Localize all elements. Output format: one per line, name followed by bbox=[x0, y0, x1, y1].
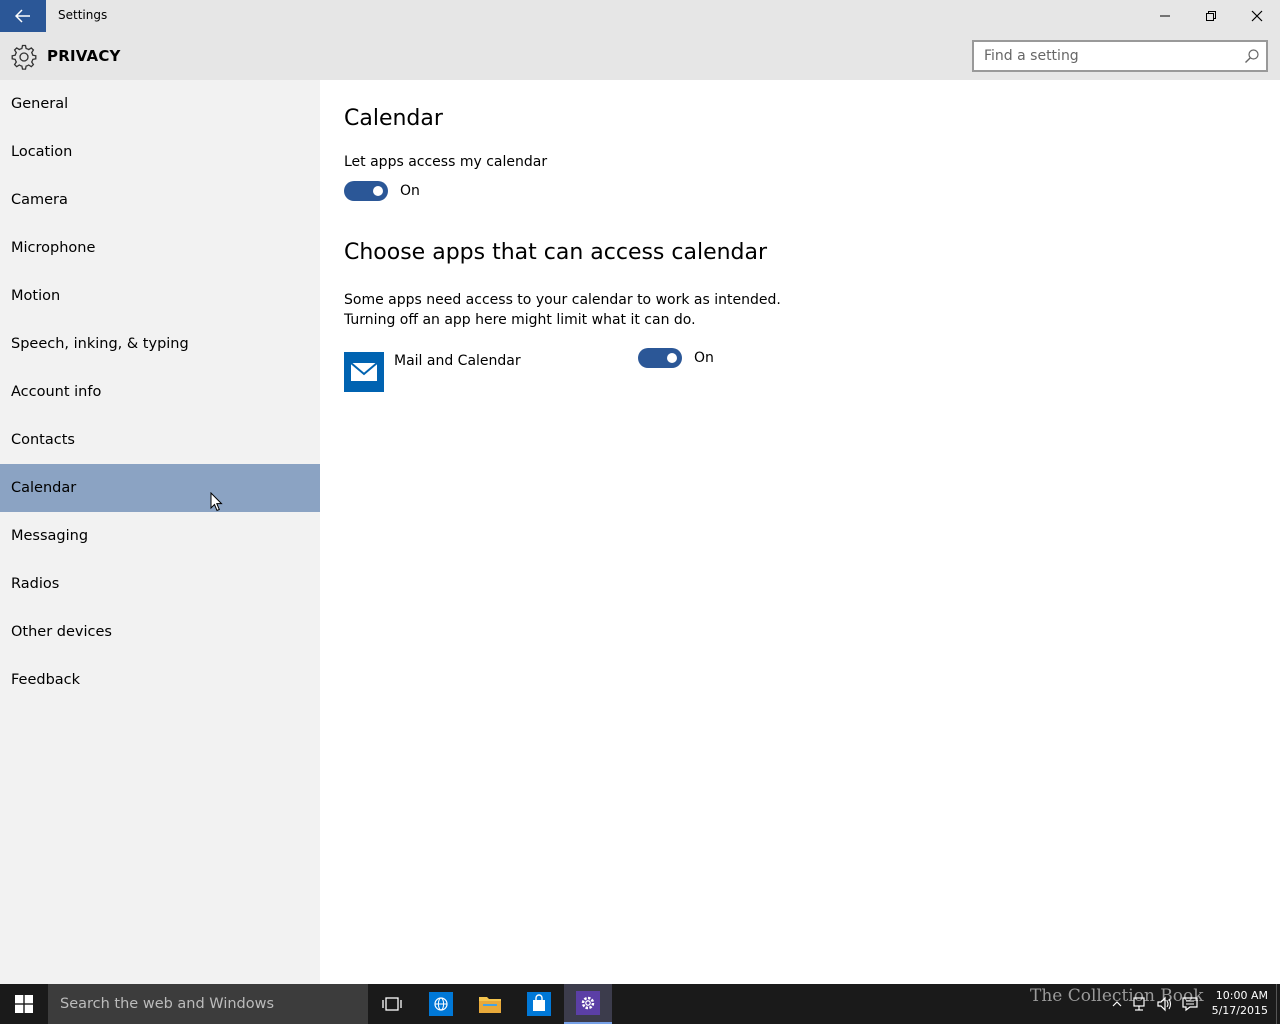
minimize-icon bbox=[1160, 15, 1170, 17]
task-view-button[interactable] bbox=[368, 984, 416, 1024]
sidebar-item-label: Camera bbox=[11, 192, 68, 208]
restore-button[interactable] bbox=[1188, 0, 1234, 32]
minimize-button[interactable] bbox=[1142, 0, 1188, 32]
network-icon[interactable] bbox=[1130, 996, 1148, 1012]
close-button[interactable] bbox=[1234, 0, 1280, 32]
master-toggle-label: Let apps access my calendar bbox=[344, 154, 548, 170]
sidebar-item-label: Other devices bbox=[11, 624, 112, 640]
task-view-icon bbox=[382, 997, 402, 1011]
restore-icon bbox=[1206, 11, 1216, 21]
sidebar-item-messaging[interactable]: Messaging bbox=[0, 512, 320, 560]
title-bar: Settings bbox=[0, 0, 1280, 32]
sidebar-item-speech[interactable]: Speech, inking, & typing bbox=[0, 320, 320, 368]
gear-icon bbox=[11, 44, 37, 70]
clock-time: 10:00 AM bbox=[1215, 989, 1268, 1002]
apps-heading: Choose apps that can access calendar bbox=[344, 240, 768, 265]
close-icon bbox=[1251, 10, 1263, 22]
sidebar-item-motion[interactable]: Motion bbox=[0, 272, 320, 320]
taskbar-browser-button[interactable] bbox=[417, 984, 465, 1024]
sidebar-item-account-info[interactable]: Account info bbox=[0, 368, 320, 416]
sidebar-item-label: General bbox=[11, 96, 69, 112]
content-title: Calendar bbox=[344, 106, 443, 131]
back-button[interactable] bbox=[0, 0, 46, 32]
sidebar-item-label: Speech, inking, & typing bbox=[11, 336, 189, 352]
taskbar-store-button[interactable] bbox=[515, 984, 563, 1024]
sidebar-item-label: Microphone bbox=[11, 240, 96, 256]
settings-gear-icon bbox=[576, 991, 600, 1015]
app-name: Mail and Calendar bbox=[394, 353, 521, 369]
apps-description-line-1: Some apps need access to your calendar t… bbox=[344, 292, 781, 308]
sidebar-item-label: Motion bbox=[11, 288, 61, 304]
sidebar-item-label: Feedback bbox=[11, 672, 81, 688]
sidebar-item-label: Radios bbox=[11, 576, 60, 592]
volume-icon[interactable] bbox=[1156, 996, 1174, 1012]
action-center-icon[interactable] bbox=[1182, 996, 1198, 1012]
sidebar-item-camera[interactable]: Camera bbox=[0, 176, 320, 224]
apps-description-line-2: Turning off an app here might limit what… bbox=[344, 312, 696, 328]
settings-header: PRIVACY bbox=[0, 32, 1280, 80]
system-tray bbox=[1112, 994, 1198, 1014]
find-setting-input[interactable] bbox=[974, 42, 1234, 70]
mail-icon bbox=[350, 362, 378, 381]
settings-search-box[interactable] bbox=[972, 40, 1268, 72]
sidebar-item-label: Contacts bbox=[11, 432, 75, 448]
window-title: Settings bbox=[58, 8, 108, 22]
sidebar-item-label: Account info bbox=[11, 384, 102, 400]
sidebar-item-label: Calendar bbox=[11, 480, 77, 496]
folder-icon bbox=[479, 997, 501, 1013]
sidebar-item-contacts[interactable]: Contacts bbox=[0, 416, 320, 464]
page-title: PRIVACY bbox=[47, 47, 121, 65]
store-icon bbox=[527, 992, 551, 1016]
sidebar-item-location[interactable]: Location bbox=[0, 128, 320, 176]
sidebar-item-feedback[interactable]: Feedback bbox=[0, 656, 320, 704]
taskbar-settings-button[interactable] bbox=[564, 984, 612, 1024]
taskbar-clock[interactable]: 10:00 AM 5/17/2015 bbox=[1212, 988, 1268, 1018]
sidebar-item-radios[interactable]: Radios bbox=[0, 560, 320, 608]
start-button[interactable] bbox=[0, 984, 48, 1024]
search-icon[interactable] bbox=[1244, 48, 1260, 64]
clock-date: 5/17/2015 bbox=[1211, 1004, 1268, 1017]
mouse-cursor-icon bbox=[210, 492, 223, 512]
sidebar: General Location Camera Microphone Motio… bbox=[0, 80, 320, 984]
sidebar-item-label: Location bbox=[11, 144, 73, 160]
toggle-knob bbox=[373, 186, 383, 196]
windows-logo-icon bbox=[15, 995, 33, 1013]
back-arrow-icon bbox=[15, 9, 30, 23]
sidebar-item-microphone[interactable]: Microphone bbox=[0, 224, 320, 272]
apps-description: Some apps need access to your calendar t… bbox=[344, 290, 844, 330]
taskbar-search-box[interactable]: Search the web and Windows bbox=[48, 984, 368, 1024]
toggle-knob bbox=[667, 353, 677, 363]
show-desktop-button[interactable] bbox=[1276, 984, 1280, 1024]
sidebar-item-label: Messaging bbox=[11, 528, 89, 544]
sidebar-item-calendar[interactable]: Calendar bbox=[0, 464, 320, 512]
mail-calendar-app-tile bbox=[344, 352, 384, 392]
sidebar-item-other-devices[interactable]: Other devices bbox=[0, 608, 320, 656]
sidebar-item-general[interactable]: General bbox=[0, 80, 320, 128]
taskbar-file-explorer-button[interactable] bbox=[466, 984, 514, 1024]
taskbar: Search the web and Windows The Collectio… bbox=[0, 984, 1280, 1024]
browser-icon bbox=[429, 992, 453, 1016]
mail-calendar-toggle-state: On bbox=[694, 350, 714, 366]
calendar-access-toggle-state: On bbox=[400, 183, 420, 199]
chevron-up-icon[interactable] bbox=[1112, 999, 1122, 1009]
taskbar-search-placeholder: Search the web and Windows bbox=[60, 996, 275, 1012]
calendar-access-toggle[interactable] bbox=[344, 181, 388, 201]
main-content: Calendar Let apps access my calendar On … bbox=[320, 80, 1280, 984]
mail-calendar-toggle[interactable] bbox=[638, 348, 682, 368]
